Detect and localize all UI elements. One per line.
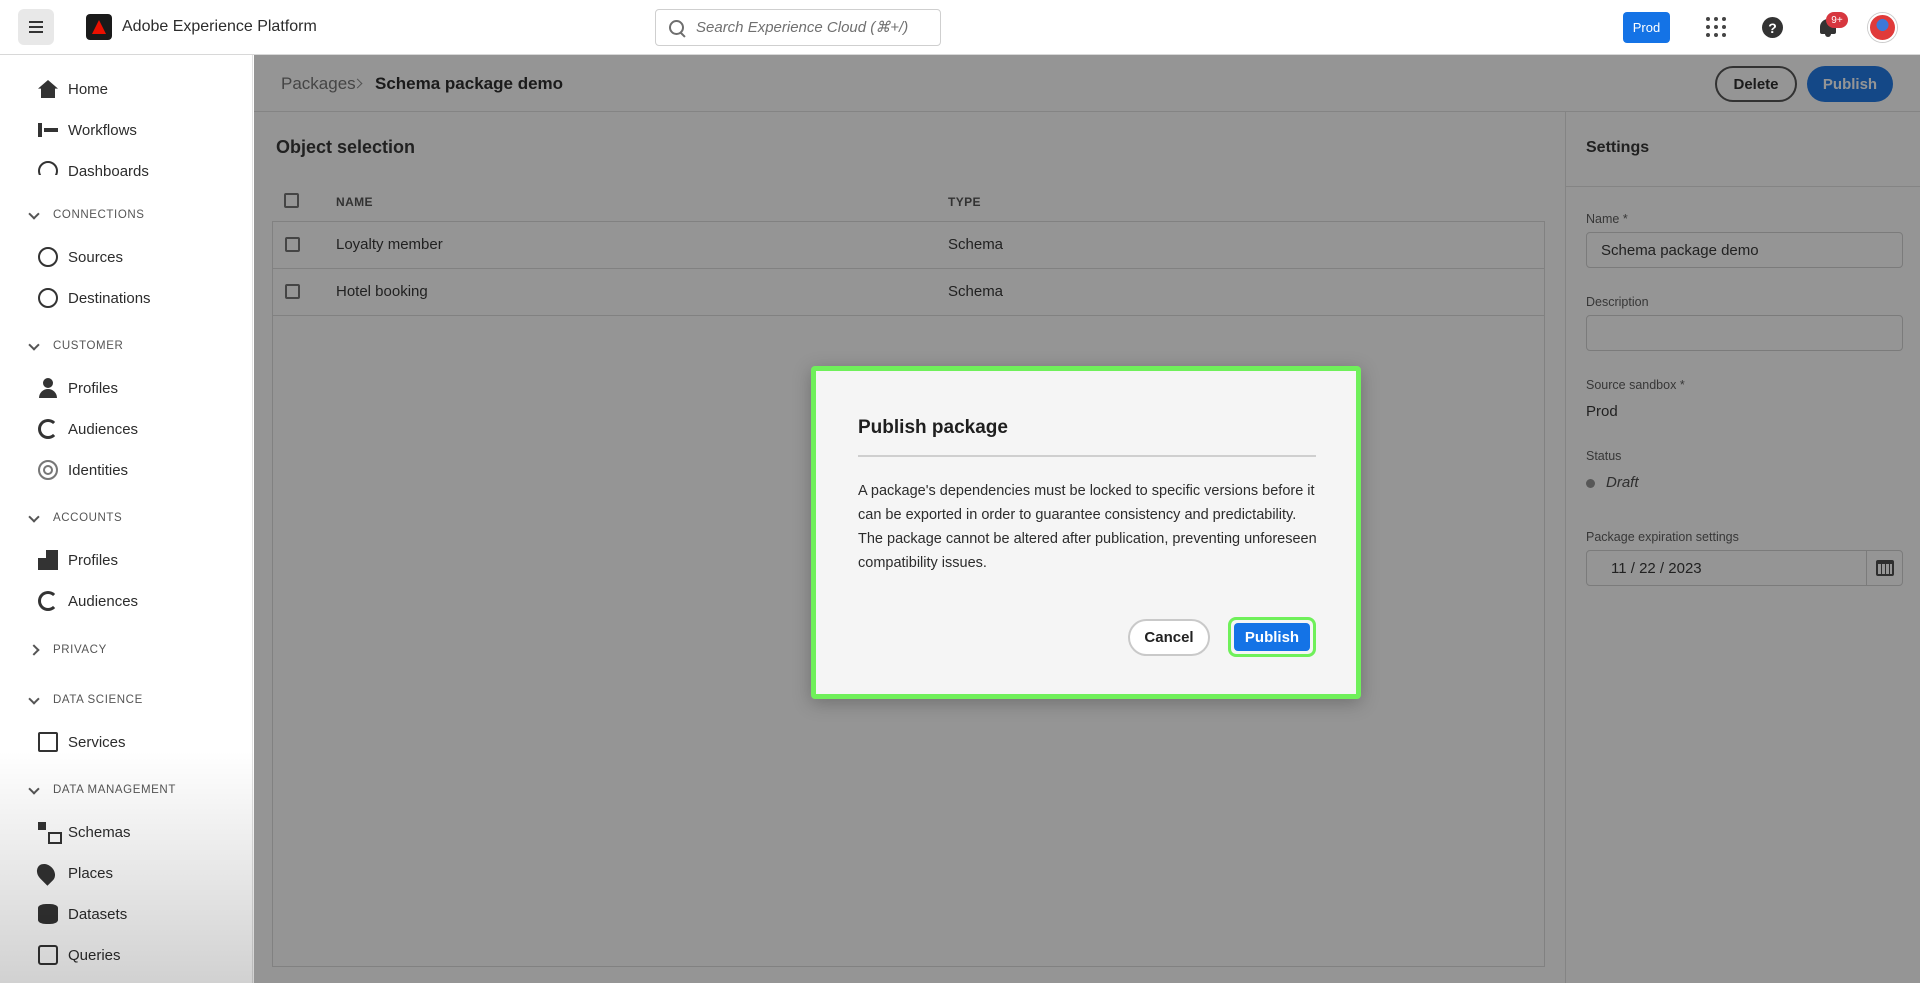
sidebar-item-label: Identities [68,461,129,479]
app-switcher-icon[interactable] [1706,17,1726,37]
section-customer[interactable]: CUSTOMER [0,331,253,361]
chevron-down-icon [28,693,40,705]
sidebar-item-destinations[interactable]: Destinations [0,278,253,318]
dialog-body: A package's dependencies must be locked … [858,483,1317,571]
section-label: DATA MANAGEMENT [53,784,176,796]
chevron-down-icon [28,783,40,795]
schemas-icon [38,822,62,844]
sources-icon [38,247,58,267]
sidebar-item-label: Queries [68,946,121,964]
section-label: ACCOUNTS [53,512,123,524]
notification-badge: 9+ [1826,12,1848,28]
sidebar-item-schemas[interactable]: Schemas [0,812,253,852]
chevron-down-icon [28,511,40,523]
sidebar-item-label: Audiences [68,420,139,438]
profile-icon [38,378,58,398]
sidebar-item-dashboards[interactable]: Dashboards [0,151,253,191]
section-label: DATA SCIENCE [53,694,143,706]
sidebar-item-account-profiles[interactable]: Profiles [0,540,253,580]
sidebar-item-workflows[interactable]: Workflows [0,110,253,150]
publish-button-highlight: Publish [1228,617,1316,657]
sidebar-menu: Home Workflows Dashboards CONNECTIONS So… [0,55,253,983]
sidebar-item-label: Audiences [68,592,139,610]
section-privacy[interactable]: PRIVACY [0,635,253,665]
sidebar-item-label: Workflows [68,121,137,139]
sidebar-item-datasets[interactable]: Datasets [0,894,253,934]
section-label: CUSTOMER [53,340,124,352]
sandbox-switcher-button[interactable]: Prod [1623,12,1670,43]
query-icon [38,945,58,965]
building-icon [38,550,58,570]
sidebar-item-label: Home [68,80,109,98]
app-name: Adobe Experience Platform [122,18,317,35]
audiences-icon [38,419,58,439]
sidebar-item-label: Profiles [68,379,119,397]
sidebar-item-home[interactable]: Home [0,69,253,109]
publish-package-dialog: Publish package A package's dependencies… [811,366,1361,699]
menu-button[interactable] [18,9,54,45]
sidebar-item-services[interactable]: Services [0,722,253,762]
sidebar-item-account-audiences[interactable]: Audiences [0,581,253,621]
search-box[interactable] [655,9,941,46]
sidebar-item-label: Places [68,864,114,882]
dashboards-icon [38,161,58,175]
sidebar-item-label: Profiles [68,551,119,569]
hamburger-icon [29,26,43,28]
dialog-title: Publish package [858,417,1008,438]
help-icon[interactable]: ? [1762,17,1783,38]
fingerprint-icon [38,460,58,480]
cancel-button[interactable]: Cancel [1128,619,1210,656]
section-connections[interactable]: CONNECTIONS [0,200,253,230]
services-icon [38,732,58,752]
section-accounts[interactable]: ACCOUNTS [0,503,253,533]
sidebar-item-label: Destinations [68,289,151,307]
sidebar-item-label: Services [68,733,126,751]
sidebar-item-queries[interactable]: Queries [0,935,253,975]
user-avatar[interactable] [1868,13,1897,42]
chevron-right-icon [28,644,40,656]
chevron-down-icon [28,339,40,351]
sidebar-item-label: Schemas [68,823,131,841]
sidebar-item-label: Sources [68,248,124,266]
search-input[interactable] [696,19,926,36]
database-icon [38,904,58,924]
search-icon [668,19,686,37]
sidebar-item-customer-profiles[interactable]: Profiles [0,368,253,408]
sidebar-item-identities[interactable]: Identities [0,450,253,490]
location-pin-icon [33,860,59,886]
dialog-divider [858,455,1316,457]
sidebar-item-sources[interactable]: Sources [0,237,253,277]
sidebar-item-label: Datasets [68,905,128,923]
sidebar-item-customer-audiences[interactable]: Audiences [0,409,253,449]
confirm-publish-button[interactable]: Publish [1234,623,1310,651]
adobe-logo-icon [86,14,112,40]
chevron-down-icon [28,208,40,220]
destinations-icon [38,288,58,308]
audiences-icon [38,591,58,611]
sidebar-item-label: Dashboards [68,162,149,180]
section-label: PRIVACY [53,644,107,656]
section-data-management[interactable]: DATA MANAGEMENT [0,775,253,805]
sidebar-item-places[interactable]: Places [0,853,253,893]
section-label: CONNECTIONS [53,209,145,221]
section-data-science[interactable]: DATA SCIENCE [0,685,253,715]
workflows-icon [38,120,58,140]
home-icon [38,80,58,98]
